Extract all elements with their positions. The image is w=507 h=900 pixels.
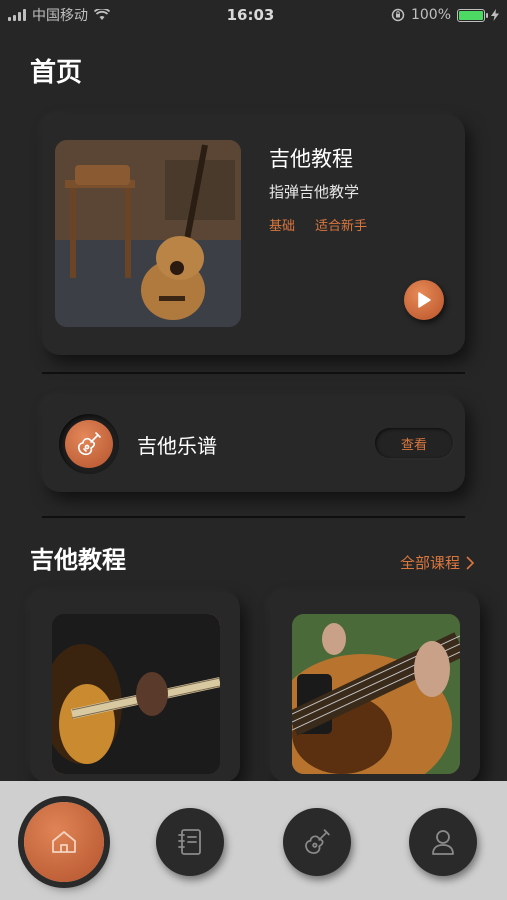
tab-home[interactable] (24, 802, 104, 882)
status-time: 16:03 (226, 6, 275, 24)
course-card[interactable] (30, 592, 240, 782)
section-title: 吉他教程 (30, 546, 126, 574)
charging-icon (491, 9, 499, 21)
signal-icon (8, 9, 26, 21)
hero-subtitle: 指弹吉他教学 (269, 183, 360, 201)
home-icon (49, 827, 79, 857)
battery-icon (457, 8, 488, 22)
tab-profile[interactable] (409, 808, 477, 876)
status-bar: 中国移动 16:03 100% (0, 0, 507, 30)
tab-bar (0, 781, 507, 900)
hero-course-card[interactable]: 吉他教程 指弹吉他教学 基础 适合新手 (42, 115, 465, 355)
course-card[interactable] (270, 592, 480, 782)
guitar-icon (65, 420, 113, 468)
see-all-label: 全部课程 (400, 554, 461, 572)
view-button[interactable]: 查看 (375, 428, 453, 458)
status-right: 100% (391, 7, 499, 23)
play-button[interactable] (404, 280, 444, 320)
user-icon (429, 827, 457, 857)
play-icon (417, 292, 431, 308)
tag-basic: 基础 (269, 219, 296, 234)
tag-beginner: 适合新手 (315, 219, 368, 234)
carrier-label: 中国移动 (32, 8, 88, 24)
page-title: 首页 (30, 58, 83, 88)
wifi-icon (94, 9, 110, 21)
status-left: 中国移动 (8, 5, 110, 25)
course-thumbnail (52, 614, 220, 774)
chevron-right-icon (466, 555, 475, 570)
sheet-icon-wrap (59, 414, 119, 474)
guitar-icon (303, 828, 331, 856)
orientation-lock-icon (391, 8, 405, 22)
hero-tags: 基础 适合新手 (269, 215, 367, 234)
divider (42, 516, 465, 518)
tab-sheet-music[interactable] (283, 808, 351, 876)
sheet-music-card[interactable]: 吉他乐谱 查看 (42, 396, 465, 492)
notebook-icon (176, 827, 204, 857)
see-all-courses-link[interactable]: 全部课程 (400, 552, 475, 573)
tab-courses[interactable] (156, 808, 224, 876)
sheet-music-title: 吉他乐谱 (137, 434, 217, 458)
battery-percent: 100% (410, 7, 451, 23)
course-thumbnail (292, 614, 460, 774)
guitar-photo (55, 140, 241, 327)
divider (42, 372, 465, 374)
hero-title: 吉他教程 (269, 147, 353, 171)
